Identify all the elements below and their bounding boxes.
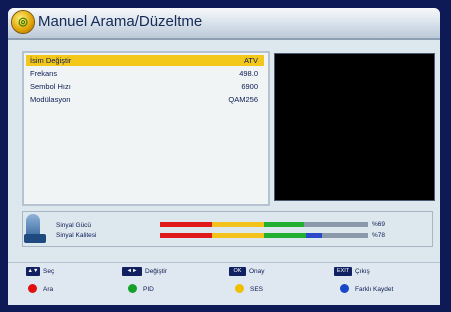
red-button-icon[interactable] — [28, 284, 37, 293]
field-label: Sembol Hızı — [30, 82, 71, 91]
antenna-base-icon — [24, 234, 46, 243]
settings-list: İsim Değiştir ATV Frekans 498.0 Sembol H… — [22, 51, 270, 206]
hint-save-as: Farklı Kaydet — [355, 286, 394, 293]
exit-key-icon: EXIT — [334, 267, 352, 276]
signal-strength-value: %69 — [372, 221, 386, 228]
bar-segment-green — [264, 222, 304, 227]
up-down-arrows-icon: ▲▼ — [26, 267, 40, 276]
field-value: 498.0 — [239, 69, 258, 78]
bar-segment-red — [160, 233, 212, 238]
field-row-symbol-rate[interactable]: Sembol Hızı 6900 — [26, 81, 264, 92]
hint-audio: SES — [250, 286, 264, 293]
signal-quality-value: %78 — [372, 232, 386, 239]
ok-key-icon: OK — [229, 267, 246, 276]
field-value: ATV — [243, 56, 258, 65]
signal-panel — [22, 211, 433, 247]
footer-legend — [8, 262, 440, 305]
signal-strength-label: Sinyal Gücü — [56, 222, 92, 229]
page-title: Manuel Arama/Düzeltme — [38, 13, 203, 30]
hint-select: Seç — [43, 268, 55, 275]
left-right-arrows-icon: ◄► — [122, 267, 142, 276]
signal-strength-bar — [160, 222, 368, 227]
field-value: 6900 — [241, 82, 258, 91]
video-preview — [274, 53, 435, 201]
hint-change: Değiştir — [145, 268, 168, 275]
field-row-name-change[interactable]: İsim Değiştir ATV — [26, 55, 264, 66]
hint-exit: Çıkış — [355, 268, 370, 275]
signal-quality-bar — [160, 233, 368, 238]
bar-segment-green — [264, 233, 306, 238]
blue-button-icon[interactable] — [340, 284, 349, 293]
field-row-frequency[interactable]: Frekans 498.0 — [26, 68, 264, 79]
globe-icon: ◎ — [12, 11, 34, 33]
hint-search: Ara — [43, 286, 54, 293]
bar-segment-yellow — [212, 222, 264, 227]
bar-segment-blue — [305, 233, 323, 238]
hint-pid: PID — [143, 286, 154, 293]
bar-segment-red — [160, 222, 212, 227]
signal-quality-label: Sinyal Kalitesi — [56, 232, 97, 239]
field-label: İsim Değiştir — [30, 56, 72, 65]
yellow-button-icon[interactable] — [235, 284, 244, 293]
field-value: QAM256 — [228, 95, 258, 104]
field-label: Modülasyon — [30, 95, 71, 104]
green-button-icon[interactable] — [128, 284, 137, 293]
field-label: Frekans — [30, 69, 58, 78]
hint-ok: Onay — [249, 268, 265, 275]
field-row-modulation[interactable]: Modülasyon QAM256 — [26, 94, 264, 105]
bar-segment-yellow — [212, 233, 264, 238]
